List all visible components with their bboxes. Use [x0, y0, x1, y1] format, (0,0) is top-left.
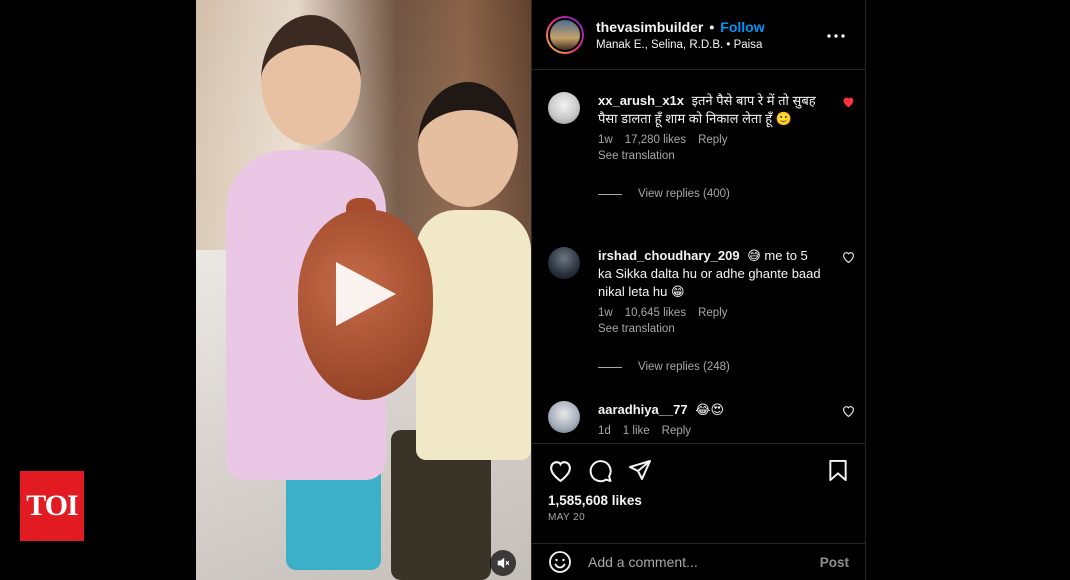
video-figure-girl-head: [261, 15, 361, 145]
audio-attribution[interactable]: Manak E., Selina, R.D.B. • Paisa: [596, 39, 765, 51]
comment-username[interactable]: irshad_choudhary_209: [598, 248, 740, 263]
avatar[interactable]: [546, 15, 584, 54]
comment-input[interactable]: [588, 554, 808, 570]
comment-like-count[interactable]: 10,645 likes: [625, 307, 686, 319]
share-send-icon[interactable]: [628, 459, 652, 486]
reply-button[interactable]: Reply: [698, 307, 727, 319]
post-header: thevasimbuilder • Follow Manak E., Selin…: [532, 0, 865, 70]
comment-age: 1d: [598, 425, 611, 437]
view-replies-label: View replies (400): [638, 188, 730, 200]
comment-text: 😂😍: [695, 402, 724, 417]
view-replies-label: View replies (248): [638, 361, 730, 373]
comment-username[interactable]: xx_arush_x1x: [598, 93, 684, 108]
comment-item: aaradhiya__77 😂😍 1d 1 like Reply: [548, 401, 854, 437]
comment-item: xx_arush_x1x इतने पैसे बाप रे में तो सुब…: [548, 92, 854, 200]
emoji-icon[interactable]: [548, 550, 572, 574]
replies-divider: [598, 193, 622, 195]
follow-button[interactable]: Follow: [720, 19, 764, 35]
comment-body: irshad_choudhary_209 😅 me to 5 ka Sikka …: [598, 247, 823, 301]
bookmark-icon[interactable]: [828, 459, 848, 487]
heart-icon[interactable]: [842, 96, 855, 111]
view-replies-button[interactable]: View replies (248): [598, 361, 851, 373]
comment-composer: Post: [532, 543, 865, 580]
comment-avatar[interactable]: [548, 401, 580, 433]
comment-like-count[interactable]: 1 like: [623, 425, 650, 437]
like-heart-icon[interactable]: [548, 459, 573, 487]
comment-list[interactable]: xx_arush_x1x इतने पैसे बाप रे में तो सुब…: [532, 72, 865, 443]
post-date: MAY 20: [548, 512, 586, 523]
comment-like-count[interactable]: 17,280 likes: [625, 134, 686, 146]
comment-avatar[interactable]: [548, 247, 580, 279]
comment-age: 1w: [598, 307, 613, 319]
comment-age: 1w: [598, 134, 613, 146]
comment-avatar[interactable]: [548, 92, 580, 124]
post-sidebar: thevasimbuilder • Follow Manak E., Selin…: [531, 0, 866, 580]
reply-button[interactable]: Reply: [698, 134, 727, 146]
video-figure-boy: [416, 210, 531, 460]
comment-body: xx_arush_x1x इतने पैसे बाप रे में तो सुब…: [598, 92, 823, 128]
comment-item: irshad_choudhary_209 😅 me to 5 ka Sikka …: [548, 247, 854, 373]
comment-body: aaradhiya__77 😂😍: [598, 401, 823, 419]
toi-logo: TOI: [20, 471, 84, 541]
video-player[interactable]: [196, 0, 531, 580]
like-count[interactable]: 1,585,608 likes: [548, 493, 642, 508]
separator-dot: •: [709, 18, 715, 35]
see-translation-link[interactable]: See translation: [598, 150, 851, 162]
more-options-icon[interactable]: [827, 26, 845, 38]
replies-divider: [598, 366, 622, 368]
post-actions: 1,585,608 likes MAY 20: [532, 443, 865, 543]
play-icon[interactable]: [336, 262, 396, 326]
video-figure-boy-head: [418, 82, 518, 207]
comment-username[interactable]: aaradhiya__77: [598, 402, 688, 417]
mute-icon[interactable]: [490, 550, 516, 576]
reply-button[interactable]: Reply: [662, 425, 691, 437]
post-button[interactable]: Post: [820, 555, 849, 570]
heart-outline-icon[interactable]: [842, 251, 855, 266]
comment-bubble-icon[interactable]: [588, 459, 613, 488]
view-replies-button[interactable]: View replies (400): [598, 188, 851, 200]
see-translation-link[interactable]: See translation: [598, 323, 851, 335]
post-username[interactable]: thevasimbuilder: [596, 19, 703, 35]
heart-outline-icon[interactable]: [842, 405, 855, 420]
